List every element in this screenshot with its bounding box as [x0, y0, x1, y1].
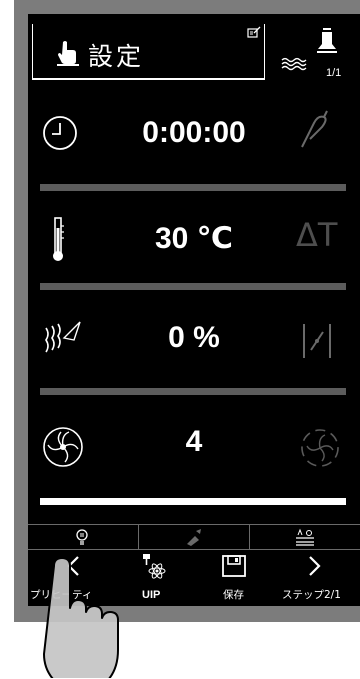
- damper-icon[interactable]: [302, 322, 332, 360]
- tab-tips[interactable]: [28, 525, 138, 549]
- fan-row[interactable]: 4: [28, 398, 360, 498]
- alarm-count: 1/1: [326, 67, 342, 79]
- hand-pointer-icon: [57, 40, 79, 66]
- next-step-button[interactable]: ステップ2/1: [278, 551, 360, 606]
- uip-label: UIP: [142, 589, 161, 601]
- separator-1: [40, 184, 346, 191]
- save-label: 保存: [223, 589, 244, 601]
- tab-levels[interactable]: [250, 525, 360, 549]
- chevron-right-icon: [308, 555, 322, 577]
- settings-levels-icon: [294, 528, 316, 546]
- cleaning-icon: [185, 528, 203, 546]
- oven-screen: 設定 1/1 0:00:00 30 ℃ ΔT 0 % 4 UIP 保存 ステップ…: [28, 14, 360, 606]
- uip-button[interactable]: UIP: [128, 551, 188, 606]
- next-step-label: ステップ2/1: [282, 589, 341, 601]
- steam-row[interactable]: 0 %: [28, 294, 360, 394]
- uip-icon: [140, 553, 166, 579]
- save-button[interactable]: 保存: [208, 551, 268, 606]
- page-title: 設定: [88, 42, 145, 71]
- progress-bar: [40, 498, 346, 505]
- function-tab-bar: [28, 524, 360, 550]
- temperature-row[interactable]: 30 ℃ ΔT: [28, 194, 360, 294]
- tap-hand-pointer-icon: [34, 558, 124, 678]
- separator-3: [40, 388, 346, 395]
- tip-icon: [75, 529, 89, 545]
- settings-header-tab[interactable]: [32, 24, 265, 80]
- delta-t-icon[interactable]: ΔT: [296, 216, 337, 254]
- tab-cleaning[interactable]: [139, 525, 249, 549]
- recipe-edit-icon: [247, 26, 261, 38]
- floppy-disk-icon: [222, 555, 246, 577]
- separator-2: [40, 283, 346, 290]
- time-row[interactable]: 0:00:00: [28, 89, 360, 189]
- core-probe-icon[interactable]: [298, 109, 328, 149]
- fan-speed-icon[interactable]: [300, 428, 340, 468]
- humidity-icon: [281, 56, 307, 72]
- bell-icon[interactable]: [317, 28, 337, 66]
